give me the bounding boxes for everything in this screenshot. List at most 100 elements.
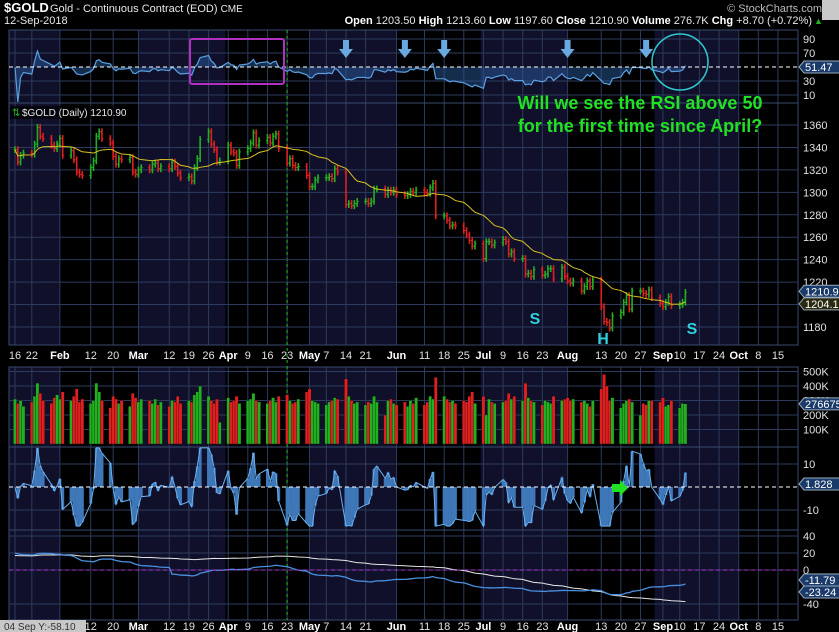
volume-bar [453,403,458,445]
right-shoulder-label: S [687,321,698,338]
oscillator-bar [364,487,368,505]
scrollbar[interactable] [822,0,839,20]
lower-tick-label: 20 [803,548,815,560]
volume-tick-label: 500K [803,367,829,379]
x-tick-label: 15 [772,350,784,362]
x-tick-label: 27 [634,350,646,362]
volume-bar [492,403,497,445]
volume-bar [512,395,517,445]
volume-bar [683,403,688,445]
x-tick-label: 27 [634,621,646,632]
volume-bar [630,401,634,445]
x-tick-label: 14 [340,621,352,632]
oscillator-bar [139,487,143,497]
x-tick-label: 25 [458,621,470,632]
x-tick-label: 17 [693,621,705,632]
x-tick-label: 13 [595,621,607,632]
oscillator-bar [375,466,379,487]
annotation-line-2: for the first time since April? [518,116,762,136]
quote-line: Open 1203.50 High 1213.60 Low 1197.60 Cl… [345,15,812,27]
x-tick-label: 12 [163,350,175,362]
oscillator-bar [69,487,73,502]
annotation-line-1: Will we see the RSI above 50 [518,93,763,113]
ma-value-label: 1204.12 [805,299,839,311]
oscillator-bar [117,487,121,497]
x-tick-label: Mar [129,621,149,632]
oscillator-bar [187,487,191,502]
oscillator-bar [462,487,466,521]
oscillator-bar [481,487,485,527]
volume-bar [591,400,595,445]
x-tick-label: 16 [9,350,21,362]
quote-chg-label: Chg [709,15,737,27]
volume-bar [394,404,399,445]
volume-bar [139,398,143,445]
month-band [654,530,739,620]
oscillator-tick-label: 10 [803,459,815,471]
oscillator-bar [80,487,84,523]
x-tick-label: Jun [387,621,407,632]
quote-high-label: High [416,15,447,27]
volume-bar [100,400,104,445]
x-tick-label: 23 [281,350,293,362]
bar-icon: ⇅ [12,108,20,119]
x-tick-label: 15 [772,621,784,632]
volume-bar [257,401,261,445]
price-legend: $GOLD (Daily) 1210.90 [22,108,127,119]
quote-chg-value: +8.70 (+0.72%) [736,15,812,27]
x-tick-label: 20 [615,350,627,362]
x-tick-label: 16 [261,350,273,362]
price-tick-label: 1260 [803,232,827,244]
quote-low-label: Low [486,15,514,27]
oscillator-bar [308,487,312,527]
x-tick-label: 21 [360,621,372,632]
volume-bar [218,422,222,445]
x-tick-label: 19 [183,350,195,362]
volume-bar [296,398,301,445]
x-tick-label: 10 [674,350,686,362]
volume-bar [375,401,379,445]
x-tick-label: 17 [693,350,705,362]
month-band [9,530,60,620]
volume-bar [316,403,320,445]
x-tick-label: 20 [107,621,119,632]
left-shoulder-label: S [530,311,541,328]
volume-bar [669,400,674,445]
x-tick-label: Sep [653,350,673,362]
x-tick-label: 8 [755,350,761,362]
rsi-tick-label: 90 [803,34,815,46]
volume-bar [551,395,556,445]
volume-bar [237,403,242,445]
oscillator-bar [448,487,452,527]
x-tick-label: 11 [419,350,430,362]
quote-open-label: Open [345,15,376,27]
oscillator-bar [465,487,469,521]
oscillator-bar [467,487,471,522]
lower-value-label-2: -23.24 [805,587,836,599]
oscillator-value-label: 1.828 [805,479,833,491]
quote-volume-value: 276.7K [674,15,710,27]
quote-volume-label: Volume [629,15,674,27]
x-tick-label: 12 [85,350,97,362]
volume-bar [119,400,124,445]
x-tick-label: May [299,350,321,362]
volume-bar [414,397,418,445]
volume-bar [433,377,438,445]
quote-open-value: 1203.50 [376,15,416,27]
oscillator-bar [487,487,491,493]
x-tick-label: 9 [245,621,251,632]
lower-tick-label: 40 [803,531,815,543]
oscillator-bar [347,487,351,526]
x-tick-label: 12 [163,621,175,632]
x-tick-label: 8 [755,621,761,632]
volume-bar [649,400,654,445]
lower-tick-label: -40 [803,599,819,611]
oscillator-tick-label: -10 [803,505,819,517]
x-tick-label: 10 [674,621,686,632]
oscillator-bar [254,478,258,487]
x-tick-label: Apr [219,350,239,362]
quote-close-label: Close [553,15,589,27]
x-tick-label: 18 [438,350,450,362]
quote-high-value: 1213.60 [446,15,486,27]
oscillator-bar [355,487,359,510]
